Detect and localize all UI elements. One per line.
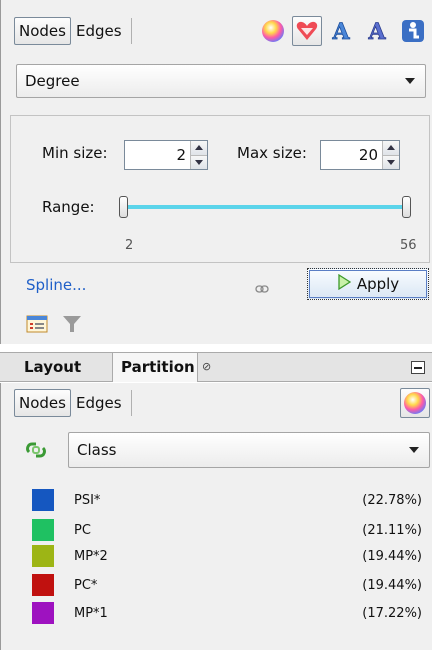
nodes-tab[interactable]: Nodes [14, 17, 71, 45]
edges-tab[interactable]: Edges [71, 17, 127, 45]
filter-icon[interactable] [62, 314, 82, 338]
range-slider-track[interactable] [124, 205, 408, 209]
partition-percent: (19.44%) [362, 577, 422, 593]
max-size-label: Max size: [237, 144, 307, 162]
color-swatch[interactable] [32, 545, 54, 567]
tab-partition[interactable]: Partition [112, 353, 198, 382]
partition-edges-tab[interactable]: Edges [71, 389, 127, 417]
range-label: Range: [42, 198, 95, 216]
apply-button-label: Apply [356, 275, 400, 293]
increment-icon[interactable] [191, 141, 207, 155]
minimize-panel-icon[interactable] [411, 361, 425, 374]
toolbar-separator [130, 18, 132, 44]
partition-label: PSI* [74, 492, 101, 508]
list-item[interactable]: PC (21.11%) [32, 518, 422, 542]
partition-label: PC [74, 522, 91, 538]
element-type-selector: Nodes Edges [14, 16, 132, 46]
min-size-stepper[interactable] [190, 141, 207, 169]
partition-label: MP*2 [74, 548, 108, 564]
chain-link-icon[interactable] [255, 280, 269, 298]
color-swatch[interactable] [32, 489, 54, 511]
partition-label: MP*1 [74, 605, 108, 621]
spline-link[interactable]: Spline... [26, 276, 86, 294]
partition-label: PC* [74, 577, 98, 593]
chevron-down-icon [405, 78, 415, 84]
partition-nodes-tab[interactable]: Nodes [14, 389, 71, 417]
list-item[interactable]: PSI* (22.78%) [32, 488, 422, 512]
size-heart-icon[interactable] [292, 16, 322, 46]
partition-percent: (19.44%) [362, 548, 422, 564]
tab-layout[interactable]: Layout [16, 353, 81, 382]
ranking-attribute-value: Degree [25, 72, 80, 90]
chevron-down-icon [409, 447, 419, 453]
transformer-icon[interactable] [398, 16, 428, 46]
min-size-value: 2 [176, 146, 186, 164]
close-tab-icon[interactable]: ⊘ [202, 360, 211, 373]
svg-text:A: A [367, 19, 386, 44]
play-icon [337, 273, 352, 294]
color-swatch[interactable] [32, 519, 54, 541]
partition-attribute-value: Class [77, 441, 117, 459]
size-settings-panel [10, 115, 430, 263]
list-view-icon[interactable] [26, 314, 48, 338]
range-min-handle[interactable] [119, 196, 128, 218]
color-swatch[interactable] [32, 602, 54, 624]
list-item[interactable]: PC* (19.44%) [32, 573, 422, 597]
label-color-icon[interactable]: A [326, 16, 356, 46]
decrement-icon[interactable] [191, 154, 207, 169]
toolbar-separator [130, 390, 132, 416]
color-wheel-icon[interactable] [400, 388, 430, 418]
label-size-icon[interactable]: A [362, 16, 392, 46]
decrement-icon[interactable] [383, 154, 399, 169]
increment-icon[interactable] [383, 141, 399, 155]
list-item[interactable]: MP*2 (19.44%) [32, 544, 422, 568]
range-min-value: 2 [125, 238, 134, 253]
range-max-value: 56 [400, 238, 417, 253]
refresh-link-icon[interactable] [24, 438, 48, 466]
color-swatch[interactable] [32, 574, 54, 596]
range-max-handle[interactable] [402, 196, 411, 218]
partition-percent: (21.11%) [362, 522, 422, 538]
partition-element-selector: Nodes Edges [14, 388, 132, 418]
ranking-attribute-dropdown[interactable]: Degree [16, 64, 426, 98]
max-size-spinner[interactable]: 20 [320, 140, 400, 170]
apply-button[interactable]: Apply [307, 268, 429, 300]
svg-text:A: A [331, 19, 350, 44]
max-size-value: 20 [358, 146, 378, 164]
list-item[interactable]: MP*1 (17.22%) [32, 601, 422, 625]
min-size-spinner[interactable]: 2 [124, 140, 208, 170]
min-size-label: Min size: [42, 144, 108, 162]
partition-percent: (22.78%) [362, 492, 422, 508]
max-size-stepper[interactable] [382, 141, 399, 169]
tab-partition-label: Partition [121, 358, 195, 376]
partition-attribute-dropdown[interactable]: Class [68, 432, 430, 468]
partition-percent: (17.22%) [362, 605, 422, 621]
color-wheel-icon[interactable] [258, 16, 288, 46]
